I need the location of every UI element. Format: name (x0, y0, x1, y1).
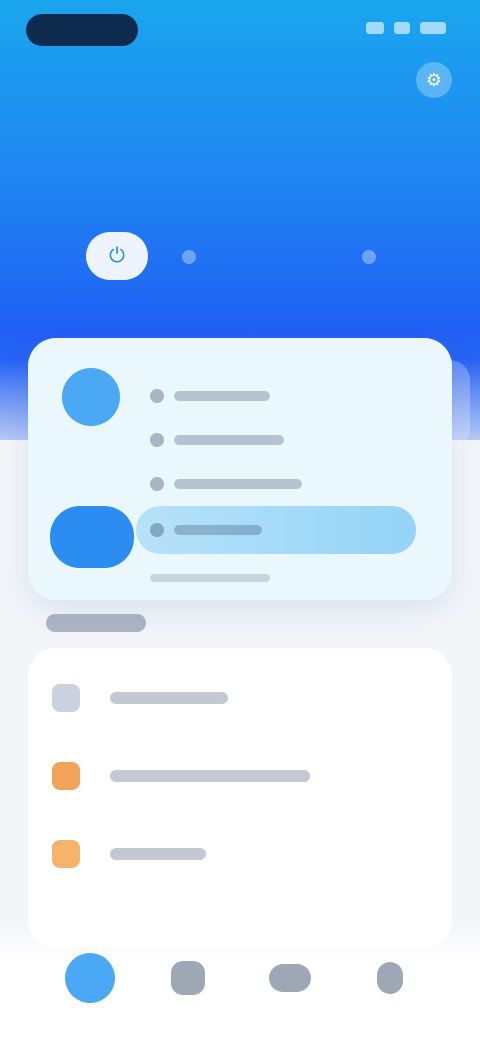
row-label (174, 435, 284, 445)
panel-row[interactable] (150, 462, 430, 506)
row-label (174, 391, 270, 401)
list-item-label (110, 692, 228, 704)
dot-icon[interactable] (182, 250, 196, 264)
list-item-label (110, 770, 310, 782)
battery-icon (420, 22, 446, 34)
tab-profile[interactable] (362, 950, 418, 1006)
panel-footer (150, 574, 270, 582)
chat-icon (269, 964, 311, 992)
shield-icon (62, 368, 120, 426)
signal-icon (366, 22, 384, 34)
status-bar (0, 0, 480, 60)
row-dot-icon (150, 433, 164, 447)
power-icon: ⏻ (109, 244, 125, 267)
tab-grid[interactable] (160, 950, 216, 1006)
row-label (174, 479, 302, 489)
row-dot-icon (150, 477, 164, 491)
warning-icon (52, 762, 80, 790)
list-item[interactable] (52, 824, 432, 884)
list-item[interactable] (52, 746, 432, 806)
row-dot-icon (150, 389, 164, 403)
panel-rows (136, 374, 430, 554)
settings-list (28, 648, 452, 948)
section-label (46, 614, 146, 632)
tab-home[interactable] (62, 950, 118, 1006)
power-toggle[interactable]: ⏻ (86, 232, 148, 280)
settings-button[interactable]: ⚙ (416, 62, 452, 98)
dot-icon[interactable] (362, 250, 376, 264)
panel-row[interactable] (150, 418, 430, 462)
tab-bar (0, 920, 480, 1040)
status-panel (28, 338, 452, 600)
quick-toggles: ⏻ (80, 232, 420, 284)
dynamic-island (26, 14, 138, 46)
list-item-label (110, 848, 206, 860)
tab-chat[interactable] (262, 950, 318, 1006)
flag-icon (52, 840, 80, 868)
row-dot-icon (150, 523, 164, 537)
profile-icon (377, 962, 403, 994)
settings-icon: ⚙ (425, 70, 443, 90)
key-icon (52, 684, 80, 712)
grid-icon (171, 961, 205, 995)
list-item[interactable] (52, 668, 432, 728)
home-icon (65, 953, 115, 1003)
wifi-icon (394, 22, 410, 34)
mode-icon[interactable] (50, 506, 134, 568)
system-icons (366, 22, 446, 34)
panel-row-active[interactable] (136, 506, 416, 554)
panel-row[interactable] (150, 374, 430, 418)
row-label (174, 525, 262, 535)
